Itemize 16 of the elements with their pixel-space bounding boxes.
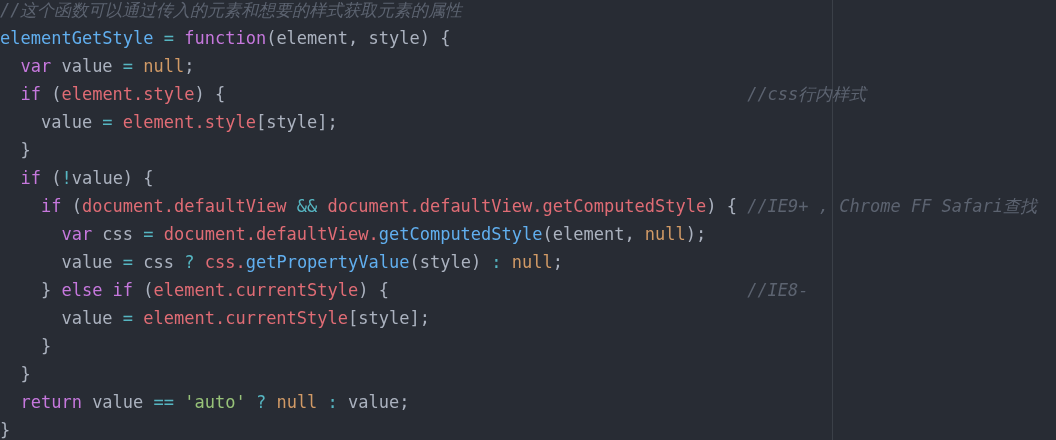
code-line: } (19, 363, 31, 386)
code-line: elementGetStyle = function(element, style) { (0, 27, 451, 50)
code-line: } (39, 335, 52, 358)
code-line: if (document.defaultView && document.defaultView.getComputedStyle) { //IE9+ , Chrome FF Safari查找 (39, 195, 1037, 218)
code-line: value = element.style[style]; (39, 111, 338, 134)
code-line: var value = null; (19, 55, 195, 78)
code-line: return value == 'auto' ? null : value; (19, 391, 410, 414)
code-line: } (0, 419, 11, 440)
code-line: value = element.currentStyle[style]; (60, 307, 430, 330)
code-line: var css = document.defaultView.getComputedStyle(element, null); (60, 223, 707, 246)
code-line: } (19, 139, 31, 162)
code-line: } else if (element.currentStyle) { //IE8- (39, 279, 809, 302)
code-line: //这个函数可以通过传入的元素和想要的样式获取元素的属性 (0, 0, 463, 22)
code-line: if (!value) { (19, 167, 154, 190)
code-line: if (element.style) { //css行内样式 (19, 83, 867, 106)
code-line: value = css ? css.getPropertyValue(style) : null; (60, 251, 564, 274)
